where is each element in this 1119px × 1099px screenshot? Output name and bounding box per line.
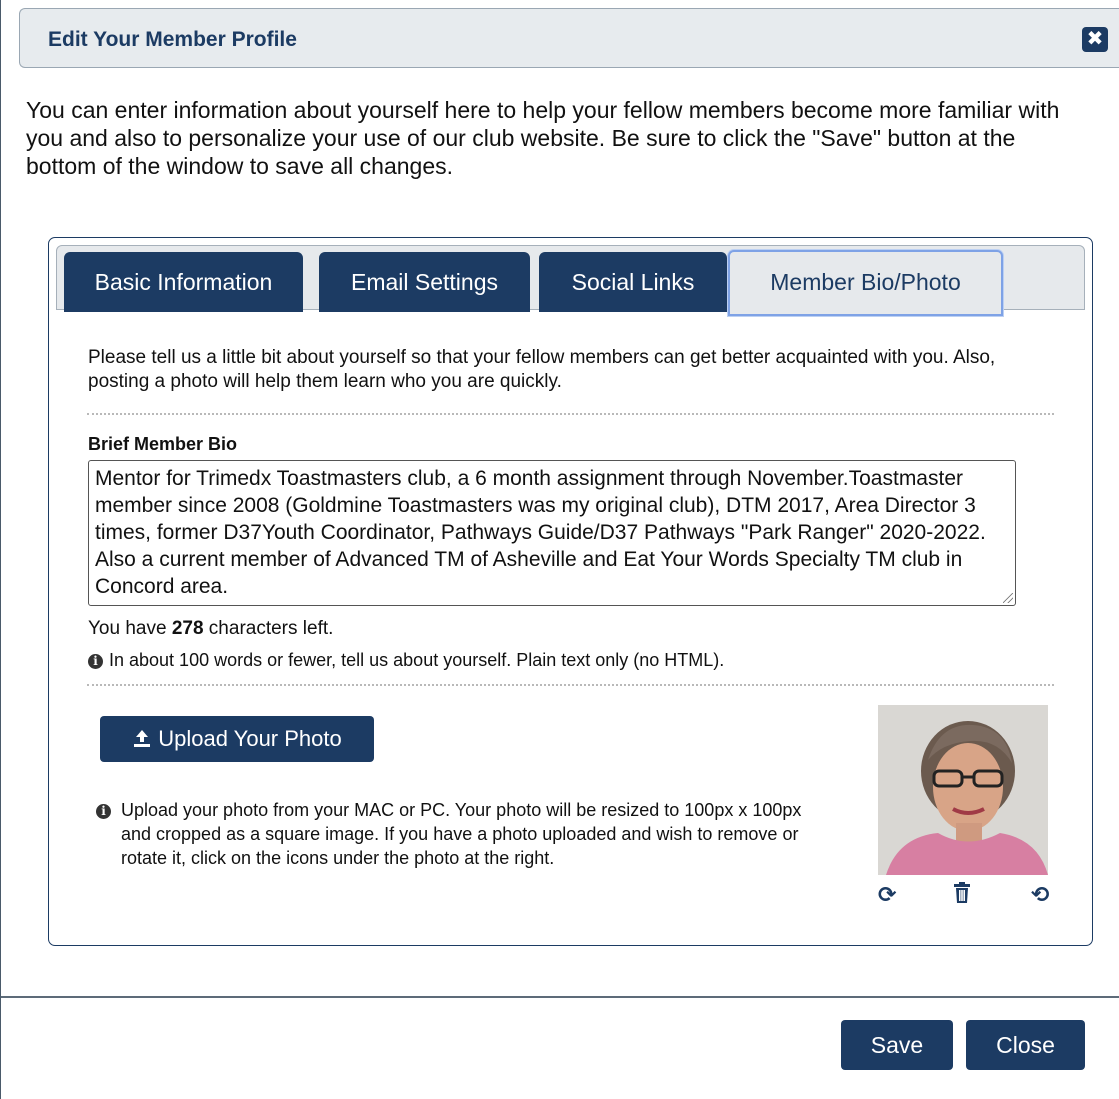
upload-description-text: Upload your photo from your MAC or PC. Y… (121, 800, 802, 868)
info-icon: i (96, 804, 111, 819)
bio-textarea[interactable]: Mentor for Trimedx Toastmasters club, a … (88, 460, 1016, 606)
tab-social-links[interactable]: Social Links (539, 252, 727, 312)
edit-profile-dialog: Edit Your Member Profile ✖ You can enter… (0, 0, 1119, 1099)
dialog-intro-text: You can enter information about yourself… (26, 97, 1060, 179)
characters-left-count: 278 (171, 618, 204, 639)
tab-basic-information[interactable]: Basic Information (64, 252, 303, 312)
tab-member-bio-photo[interactable]: Member Bio/Photo (728, 250, 1003, 316)
profile-tab-panel: Basic Information Email Settings Social … (48, 237, 1093, 946)
close-button[interactable]: Close (966, 1020, 1085, 1070)
resize-grip-icon[interactable] (1003, 593, 1013, 603)
upload-photo-button[interactable]: Upload Your Photo (100, 716, 374, 762)
upload-photo-label: Upload Your Photo (158, 726, 342, 751)
rotate-clockwise-icon[interactable]: ⟳ (878, 882, 896, 908)
bio-hint: i In about 100 words or fewer, tell us ab… (88, 650, 724, 671)
dialog-titlebar: Edit Your Member Profile (19, 8, 1119, 68)
footer-divider (1, 996, 1119, 998)
save-button[interactable]: Save (841, 1020, 953, 1070)
close-icon[interactable]: ✖ (1082, 27, 1108, 52)
info-icon: i (88, 654, 103, 669)
bio-label: Brief Member Bio (88, 434, 238, 454)
tab-bar: Basic Information Email Settings Social … (56, 245, 1085, 316)
chars-suffix: characters left. (203, 618, 334, 639)
member-photo (878, 705, 1048, 875)
bio-intro-text: Please tell us a little bit about yourse… (88, 347, 996, 392)
divider (87, 684, 1054, 686)
upload-icon (132, 716, 152, 762)
dialog-title: Edit Your Member Profile (48, 28, 297, 51)
chars-prefix: You have (88, 618, 172, 639)
rotate-counterclockwise-icon[interactable]: ⟲ (1031, 882, 1049, 908)
upload-description: i Upload your photo from your MAC or PC.… (96, 798, 816, 870)
bio-text: Mentor for Trimedx Toastmasters club, a … (95, 467, 986, 598)
bio-hint-text: In about 100 words or fewer, tell us abo… (109, 650, 725, 670)
trash-icon[interactable] (953, 882, 971, 908)
divider (87, 413, 1054, 415)
characters-left-text: You have 278 characters left. (88, 618, 333, 640)
tab-email-settings[interactable]: Email Settings (319, 252, 530, 312)
